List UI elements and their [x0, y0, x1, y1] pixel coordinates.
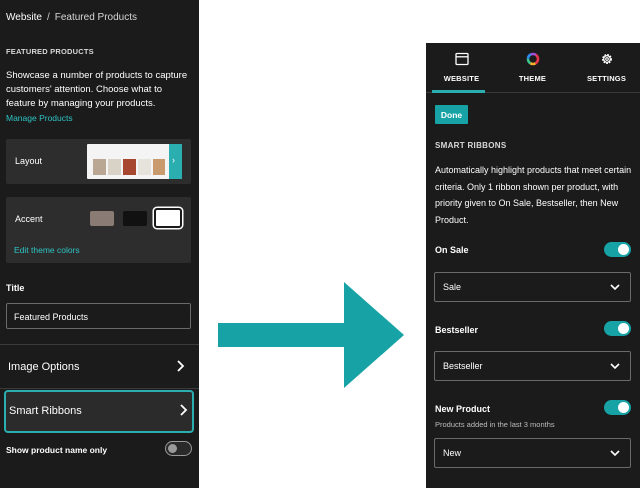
layout-next-tab[interactable]: › — [169, 144, 182, 179]
toggle-knob — [618, 402, 629, 413]
color-wheel-icon — [526, 52, 539, 66]
image-options-item[interactable]: Image Options — [6, 351, 192, 384]
chevron-right-icon — [177, 360, 185, 372]
chevron-down-icon — [610, 284, 620, 291]
on-sale-ribbon-select[interactable]: Sale — [434, 272, 631, 302]
accent-swatch-taupe[interactable] — [90, 211, 114, 226]
layout-card[interactable]: Layout › — [6, 139, 191, 184]
toggle-knob — [618, 244, 629, 255]
divider — [0, 344, 199, 345]
right-editor-panel: WEBSITE THEME SETTINGS Done SMART RIBBON… — [426, 43, 640, 488]
breadcrumb: Website / Featured Products — [6, 12, 137, 23]
tab-settings[interactable]: SETTINGS — [571, 43, 640, 93]
select-value: Sale — [443, 282, 462, 292]
select-value: Bestseller — [443, 361, 483, 371]
chevron-down-icon — [610, 450, 620, 457]
transition-arrow-icon — [218, 282, 404, 388]
layout-thumbnail-preview — [93, 159, 165, 175]
manage-products-link[interactable]: Manage Products — [6, 113, 73, 123]
new-product-sublabel: Products added in the last 3 months — [435, 420, 555, 429]
title-input[interactable]: Featured Products — [6, 303, 191, 329]
toggle-knob — [168, 443, 177, 453]
accent-card: Accent Edit theme colors — [6, 197, 191, 263]
bestseller-ribbon-select[interactable]: Bestseller — [434, 351, 631, 381]
title-label: Title — [6, 283, 25, 293]
section-caption: FEATURED PRODUCTS — [6, 47, 94, 56]
new-product-label: New Product — [435, 404, 491, 414]
toggle-knob — [618, 323, 629, 334]
chevron-down-icon — [610, 363, 620, 370]
accent-swatch-black[interactable] — [123, 211, 147, 226]
layout-label: Layout — [15, 156, 43, 166]
smart-ribbons-item[interactable]: Smart Ribbons — [4, 390, 194, 433]
layout-thumbnail[interactable]: › — [87, 144, 182, 179]
on-sale-toggle[interactable] — [604, 242, 631, 257]
bestseller-label: Bestseller — [435, 325, 479, 335]
accent-swatch-white-selected[interactable] — [154, 208, 182, 228]
bestseller-toggle[interactable] — [604, 321, 631, 336]
active-tab-indicator — [432, 90, 485, 93]
image-options-label: Image Options — [8, 361, 80, 373]
left-editor-panel: Website / Featured Products FEATURED PRODU… — [0, 0, 199, 488]
tab-label: THEME — [518, 74, 547, 83]
new-product-toggle[interactable] — [604, 400, 631, 415]
chevron-right-icon — [180, 404, 188, 416]
edit-theme-colors-link[interactable]: Edit theme colors — [14, 245, 80, 255]
new-product-ribbon-select[interactable]: New — [434, 438, 631, 468]
tab-theme[interactable]: THEME — [497, 43, 568, 93]
breadcrumb-root[interactable]: Website — [6, 12, 42, 23]
accent-label: Accent — [15, 214, 43, 224]
section-caption: SMART RIBBONS — [435, 141, 507, 150]
section-description: Showcase a number of products to capture… — [6, 70, 188, 109]
show-name-only-label: Show product name only — [6, 445, 108, 455]
breadcrumb-separator: / — [46, 12, 50, 23]
tab-bar: WEBSITE THEME SETTINGS — [426, 43, 640, 93]
divider — [0, 388, 199, 389]
gear-icon — [601, 54, 612, 64]
tab-website[interactable]: WEBSITE — [426, 43, 497, 93]
tab-label: SETTINGS — [586, 74, 627, 83]
select-value: New — [443, 448, 462, 458]
browser-window-icon — [454, 52, 469, 66]
tab-label: WEBSITE — [443, 74, 480, 83]
done-button[interactable]: Done — [435, 105, 468, 124]
breadcrumb-current: Featured Products — [54, 12, 137, 23]
section-description: Automatically highlight products that me… — [435, 165, 632, 225]
chevron-right-icon: › — [172, 155, 175, 165]
show-name-only-toggle[interactable] — [165, 441, 192, 456]
smart-ribbons-label: Smart Ribbons — [9, 405, 82, 417]
on-sale-label: On Sale — [435, 245, 469, 255]
